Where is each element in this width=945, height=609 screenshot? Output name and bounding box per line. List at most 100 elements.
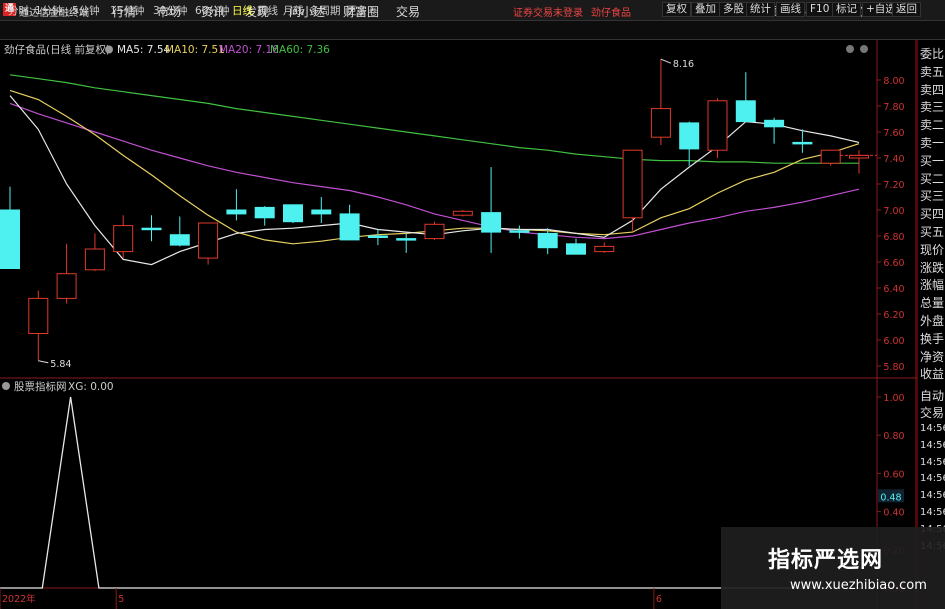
price-axis: 8.00 7.80 7.60 7.40 7.20 7.00 6.80 6.60 6.40 6.20… <box>840 76 905 373</box>
candle <box>396 233 417 253</box>
period-more[interactable]: 更多 <box>346 3 367 18</box>
candle-body <box>735 100 756 123</box>
ma20-line <box>9 102 860 240</box>
price-tick-label: 6.80 <box>883 232 904 243</box>
quote-row-label: 买一 <box>920 153 945 168</box>
candle-body <box>594 245 615 253</box>
trade-time: 14:56 <box>920 423 945 434</box>
trade-time: 14:56 <box>920 456 945 468</box>
sub-tick-label: 1.00 <box>883 393 904 404</box>
period-30min[interactable]: 30分钟 <box>153 3 187 18</box>
candle <box>339 204 360 241</box>
btn-rights[interactable]: 复权 <box>662 2 691 17</box>
candle-body <box>537 232 558 249</box>
btn-mark[interactable]: 标记 <box>832 2 861 17</box>
candle-body <box>0 209 20 269</box>
candle-body <box>509 230 530 233</box>
period-monthly[interactable]: 月线 <box>283 3 304 18</box>
auto-toggle[interactable]: 自动 <box>920 387 944 404</box>
kline-chart[interactable]: 8.16 5.84 8.00 7.80 7.60 7.40 7.20 7.00 6.80 6.6… <box>0 40 917 609</box>
login-notice[interactable]: 证券交易未登录 <box>513 4 583 19</box>
candle <box>198 222 219 265</box>
trade-tab[interactable]: 交易 <box>920 404 944 421</box>
quote-row-label: 买三 <box>920 189 945 204</box>
btn-stats[interactable]: 统计 <box>746 2 775 17</box>
period-weekly[interactable]: 周线 <box>257 3 278 18</box>
candle <box>113 215 134 259</box>
sub-settings-icon[interactable] <box>2 382 10 390</box>
candle-body <box>566 243 586 255</box>
quote-row-label: 净资 <box>920 349 945 364</box>
ma60-line <box>9 74 859 164</box>
candle-body <box>226 209 247 215</box>
period-toolbar <box>0 21 945 40</box>
candle <box>792 129 813 153</box>
btn-draw[interactable]: 画线 <box>776 2 805 17</box>
period-timeshare[interactable]: 分时 <box>8 3 29 18</box>
price-tick-label: 7.20 <box>883 180 904 191</box>
candle-body <box>339 213 360 241</box>
menu-trade[interactable]: 交易 <box>396 3 420 20</box>
candle-body <box>84 248 105 271</box>
candle-body <box>650 108 671 138</box>
candle-body <box>820 149 841 164</box>
period-1min[interactable]: 1分钟 <box>35 3 63 18</box>
more-arrow-icon[interactable]: › <box>370 3 374 15</box>
candle <box>566 238 586 255</box>
quote-row-label: 涨幅 <box>920 278 945 293</box>
x-axis-label: 5 <box>118 594 124 605</box>
candle <box>650 59 671 145</box>
settings-dot-icon[interactable] <box>105 45 113 54</box>
btn-f10[interactable]: F10 <box>806 2 834 17</box>
quote-row-label: 买四 <box>920 207 945 222</box>
candle <box>226 189 247 221</box>
sub-tick-label: 0.80 <box>883 431 904 442</box>
candle-body <box>622 149 643 219</box>
candle <box>594 242 615 253</box>
period-5min[interactable]: 5分钟 <box>72 3 100 18</box>
period-daily[interactable]: 日线 <box>232 3 253 18</box>
price-tick-label: 5.80 <box>883 362 904 373</box>
quote-row-label: 卖二 <box>920 118 945 133</box>
watermark-url: www.xuezhibiao.com <box>790 578 927 593</box>
candle <box>707 98 728 158</box>
candle-body <box>679 122 700 150</box>
ma10-label: MA10: 7.51 <box>165 44 225 56</box>
x-axis-label: 2022年 <box>2 593 36 605</box>
candle <box>311 197 332 223</box>
candle-body <box>141 227 162 231</box>
period-60min[interactable]: 60分钟 <box>195 3 229 18</box>
candle-body <box>707 100 728 151</box>
candle-body <box>113 225 134 253</box>
trade-time: 14:56 <box>920 507 945 518</box>
btn-multi-stock[interactable]: 多股 <box>719 2 748 17</box>
candle-body <box>452 210 473 216</box>
period-multi[interactable]: 多周期 <box>309 3 341 18</box>
quote-row-label: 收益 <box>920 367 945 382</box>
low-pointer <box>38 360 49 364</box>
trade-time: 14:56 <box>920 490 945 502</box>
main-chart-title: 劲仔食品(日线 前复权) <box>4 43 110 56</box>
quote-row-label: 涨跌 <box>920 260 945 275</box>
period-15min[interactable]: 15分钟 <box>110 3 144 18</box>
candle <box>141 215 162 242</box>
title-stock-name: 劲仔食品 <box>591 8 631 19</box>
price-tick-label: 6.40 <box>883 284 904 295</box>
zoom-out-icon[interactable] <box>846 45 854 53</box>
btn-overlay[interactable]: 叠加 <box>691 2 720 17</box>
candle-body <box>396 238 417 241</box>
candle-body <box>283 204 303 223</box>
btn-back[interactable]: 返回 <box>892 2 921 17</box>
candle-body <box>254 206 275 219</box>
candle <box>56 243 77 304</box>
candle-body <box>28 297 49 334</box>
candle <box>28 290 49 361</box>
price-tick-label: 6.20 <box>883 310 904 321</box>
quote-row-label: 卖一 <box>920 136 945 150</box>
candle-body <box>481 212 502 233</box>
candle <box>452 210 473 217</box>
zoom-in-icon[interactable] <box>860 45 868 53</box>
quote-row-label: 委比 <box>920 47 945 61</box>
candle <box>849 150 869 174</box>
candle-body <box>169 234 190 246</box>
